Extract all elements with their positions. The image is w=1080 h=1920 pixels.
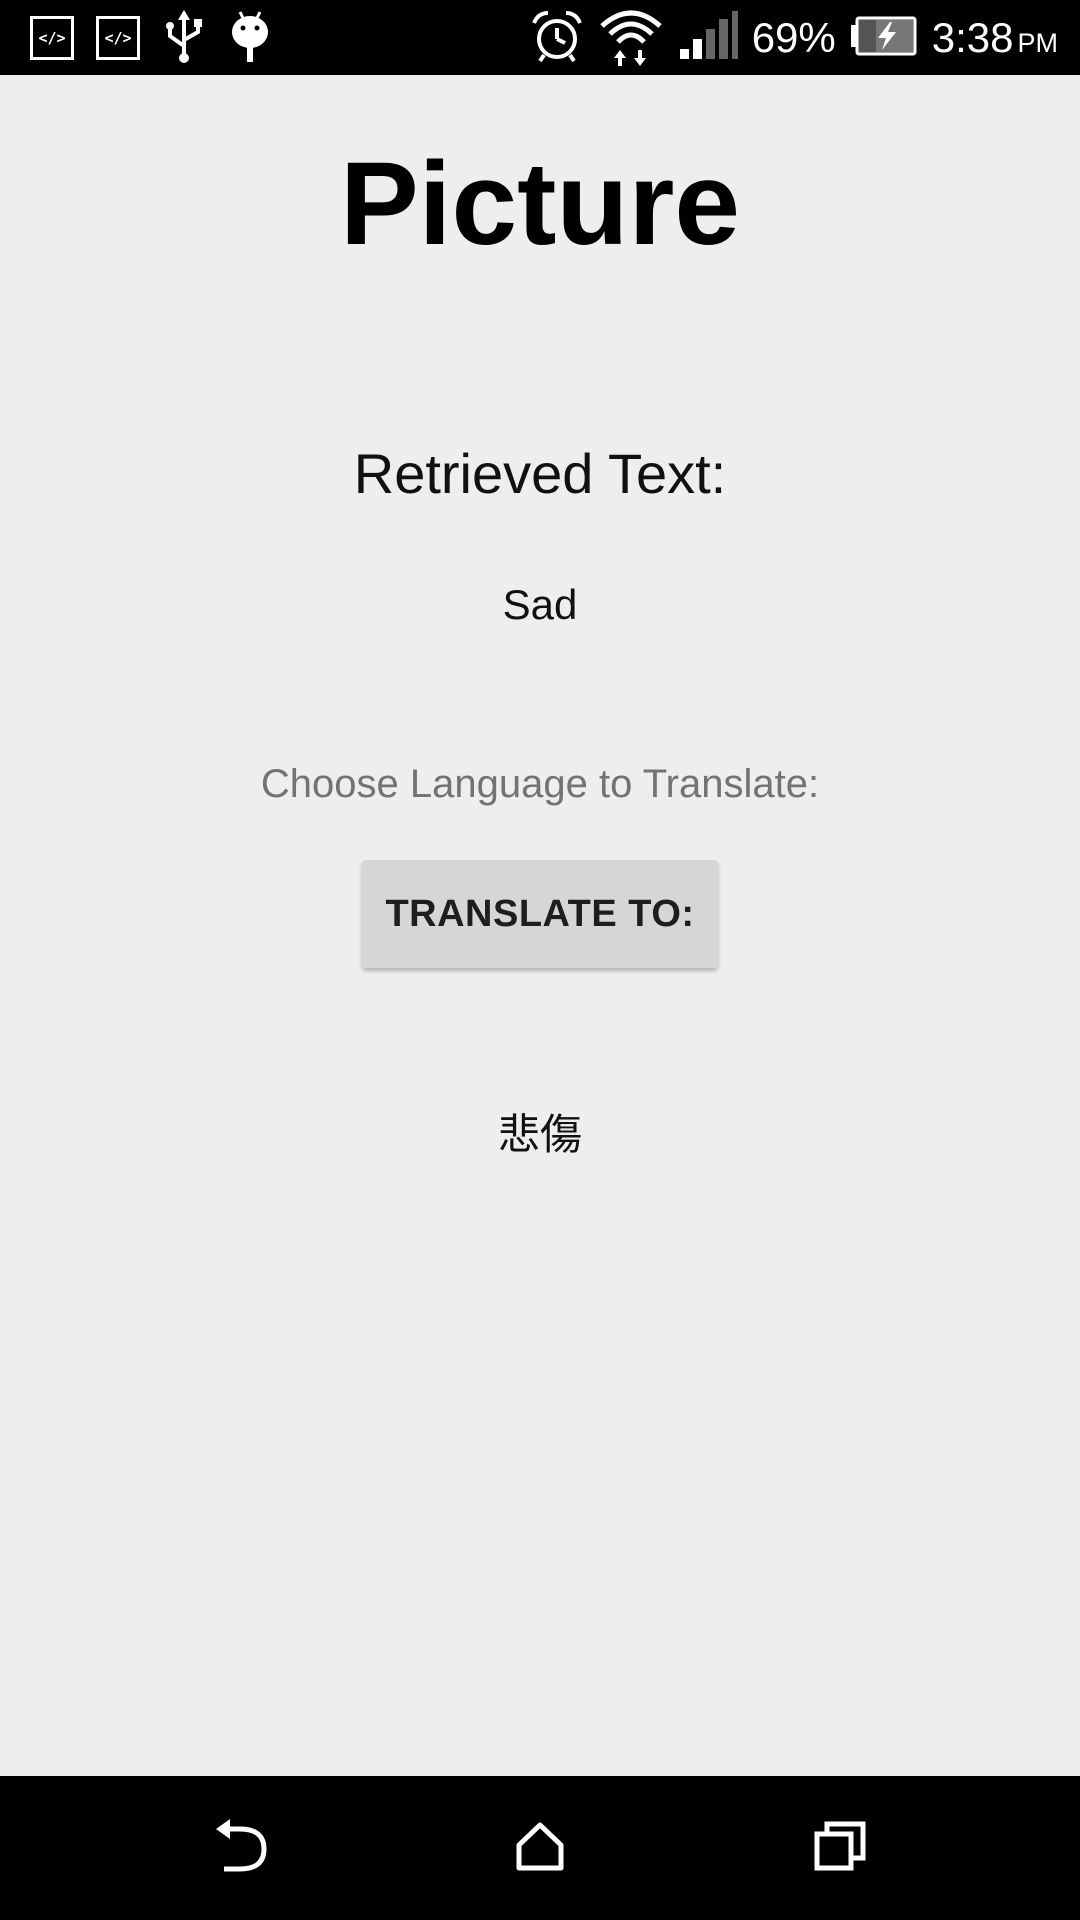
page-title: Picture bbox=[339, 138, 741, 270]
retrieved-text-value: Sad bbox=[502, 581, 578, 628]
back-button[interactable] bbox=[190, 1798, 290, 1898]
status-bar: </> </> 69% 3:38 PM bbox=[0, 0, 1080, 75]
clock: 3:38 PM bbox=[932, 17, 1058, 59]
alarm-icon bbox=[530, 9, 584, 68]
clock-time: 3:38 bbox=[931, 14, 1014, 61]
system-icons: 69% 3:38 PM bbox=[530, 8, 1058, 68]
wifi-icon bbox=[598, 6, 664, 71]
screen: </> </> 69% 3:38 PM Picture Retrieved Te… bbox=[0, 0, 1080, 1920]
notification-icons: </> </> bbox=[30, 8, 272, 69]
clock-ampm: PM bbox=[1017, 28, 1059, 58]
recent-apps-button[interactable] bbox=[790, 1798, 890, 1898]
retrieved-text-label: Retrieved Text: bbox=[353, 442, 727, 505]
translate-to-button[interactable]: TRANSLATE TO: bbox=[362, 860, 718, 968]
code-icon: </> bbox=[96, 16, 140, 60]
battery-percent: 69% bbox=[751, 14, 836, 61]
choose-language-label: Choose Language to Translate: bbox=[260, 762, 820, 806]
home-button[interactable] bbox=[490, 1798, 590, 1898]
navigation-bar bbox=[0, 1776, 1080, 1920]
home-icon bbox=[515, 1821, 565, 1876]
back-icon bbox=[210, 1818, 270, 1878]
code-icon: </> bbox=[30, 16, 74, 60]
signal-icon bbox=[678, 10, 738, 66]
android-debug-icon bbox=[228, 8, 272, 69]
battery-charging-icon bbox=[850, 16, 918, 61]
recent-apps-icon bbox=[814, 1821, 866, 1876]
usb-icon bbox=[162, 8, 206, 69]
translated-text-value: 悲傷 bbox=[497, 1110, 582, 1159]
